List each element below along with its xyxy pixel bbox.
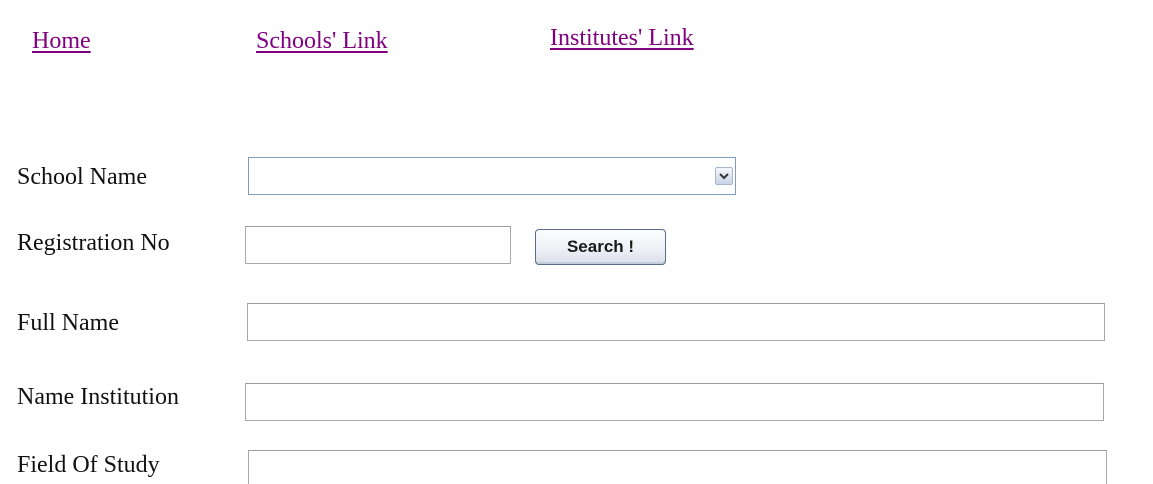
field-of-study-input[interactable] — [248, 450, 1107, 484]
nav-link-institutes[interactable]: Institutes' Link — [550, 25, 694, 52]
school-name-select[interactable] — [248, 157, 736, 195]
search-button[interactable]: Search ! — [535, 229, 666, 265]
nav-link-schools[interactable]: Schools' Link — [256, 28, 388, 55]
field-of-study-label: Field Of Study — [17, 452, 160, 478]
name-institution-input[interactable] — [245, 383, 1104, 421]
nav-link-home[interactable]: Home — [32, 28, 91, 55]
registration-no-input[interactable] — [245, 226, 511, 264]
school-name-label: School Name — [17, 164, 147, 190]
chevron-down-icon[interactable] — [715, 167, 733, 185]
full-name-label: Full Name — [17, 310, 119, 336]
registration-no-label: Registration No — [17, 230, 170, 256]
name-institution-label: Name Institution — [17, 384, 179, 410]
full-name-input[interactable] — [247, 303, 1105, 341]
